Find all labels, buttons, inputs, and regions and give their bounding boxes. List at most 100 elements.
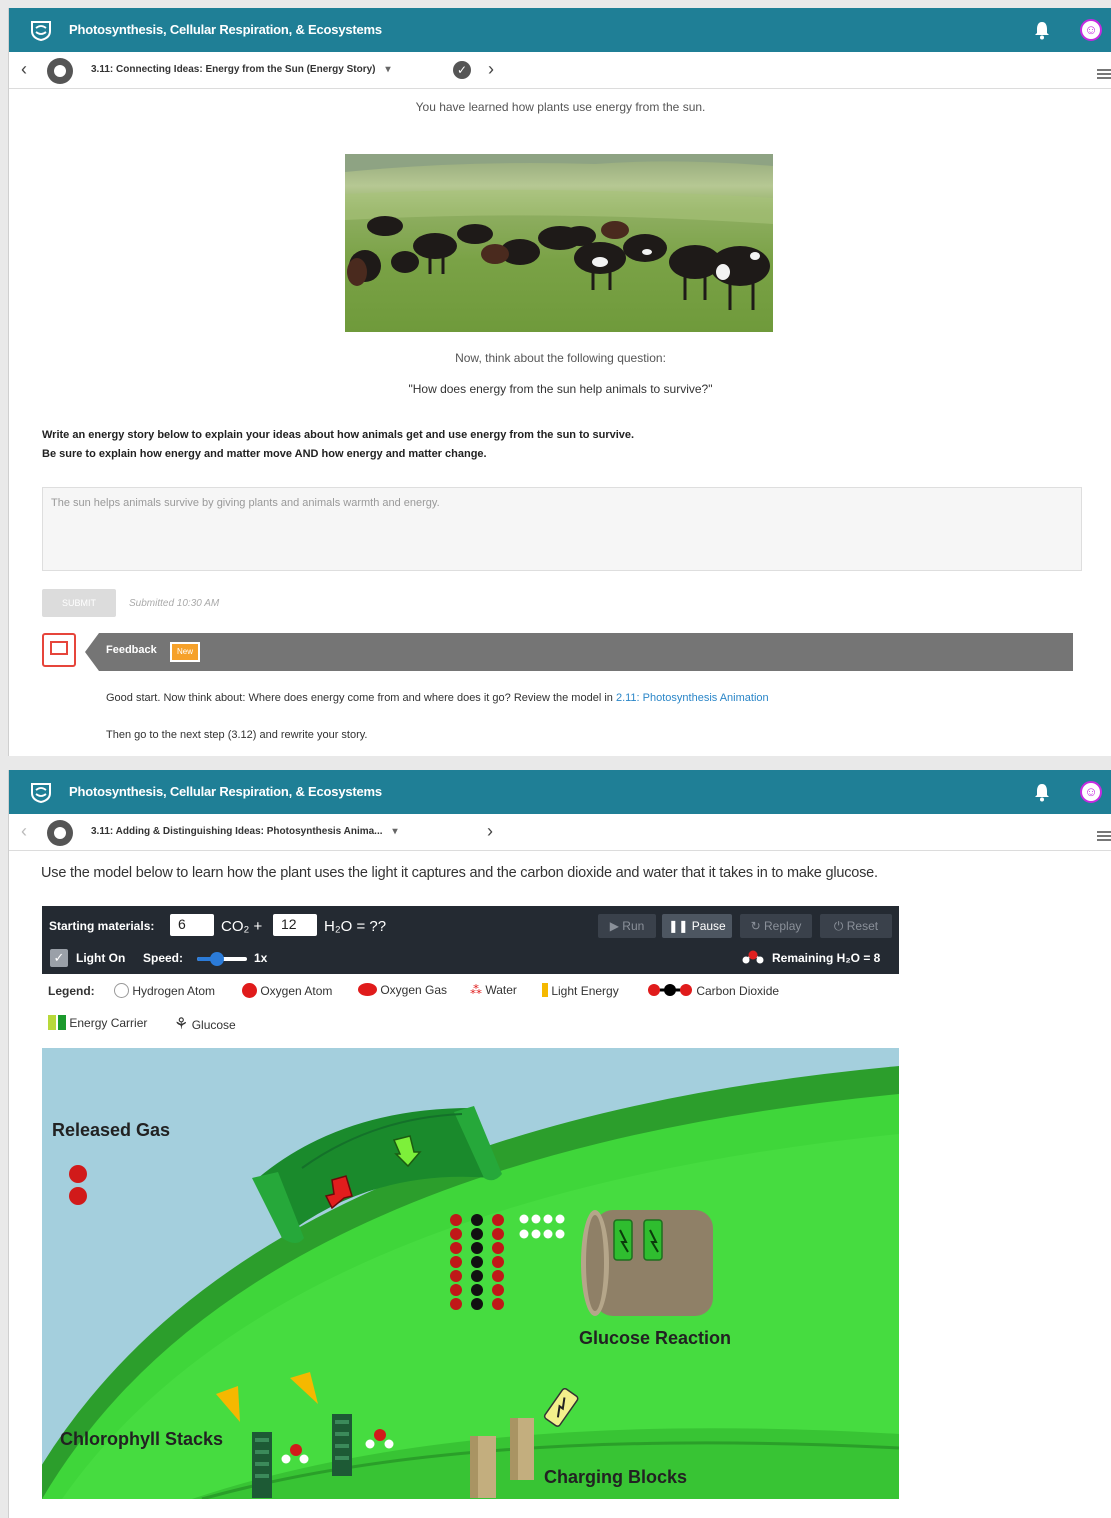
legend-energy-carrier: Energy Carrier	[48, 1015, 147, 1030]
h2o-input[interactable]: 12	[273, 914, 317, 936]
chevron-down-icon: ▾	[392, 826, 398, 837]
reset-button[interactable]: ⏻ Reset	[820, 914, 892, 938]
legend-oxygen-gas: Oxygen Gas	[358, 983, 447, 997]
chevron-down-icon: ▾	[385, 64, 391, 75]
co2-input[interactable]: 6	[170, 914, 214, 936]
h2o-label: H₂O = ??	[324, 918, 387, 935]
feedback-next-step: Then go to the next step (3.12) and rewr…	[106, 729, 368, 741]
course-header: Photosynthesis, Cellular Respiration, & …	[9, 8, 1111, 52]
step-progress-icon	[47, 820, 73, 846]
released-gas-label: Released Gas	[52, 1120, 171, 1140]
sim-toolbar: Starting materials: 6 CO₂ + 12 H₂O = ?? …	[42, 906, 899, 974]
legend-glucose-label: Glucose	[191, 1018, 236, 1032]
legend-hydrogen: Hydrogen Atom	[114, 983, 215, 998]
run-button[interactable]: ▶ Run	[598, 914, 656, 938]
check-circle-icon[interactable]: ✓	[453, 61, 471, 79]
avatar-icon[interactable]: ☺	[1080, 781, 1102, 803]
feedback-icon	[42, 633, 76, 667]
legend-label: Legend:	[48, 984, 95, 998]
feedback-link[interactable]: 2.11: Photosynthesis Animation	[616, 692, 769, 704]
water-molecule-icon	[742, 950, 764, 964]
driving-question: "How does energy from the sun help anima…	[408, 382, 713, 396]
legend-co2: Carbon Dioxide	[647, 983, 779, 998]
charging-blocks-label: Charging Blocks	[544, 1467, 688, 1487]
step-navbar: ‹ 3.11: Adding & Distinguishing Ideas: P…	[9, 814, 1111, 851]
feedback-bar	[85, 633, 1073, 671]
chevron-left-icon[interactable]: ‹	[21, 821, 27, 842]
prompt-line-1: Write an energy story below to explain y…	[42, 429, 635, 441]
step-selector[interactable]: 3.11: Adding & Distinguishing Ideas: Pho…	[91, 826, 398, 837]
legend-co2-label: Carbon Dioxide	[696, 984, 780, 998]
pause-icon: ❚❚	[668, 919, 689, 933]
pause-label: Pause	[691, 919, 726, 933]
replay-label: Replay	[764, 919, 802, 933]
energy-carrier-icon-2	[58, 1015, 66, 1030]
feedback-label: Feedback	[106, 644, 157, 656]
legend-hydrogen-label: Hydrogen Atom	[132, 984, 216, 998]
co2-label: CO₂ +	[221, 918, 263, 935]
new-badge: New	[170, 642, 200, 662]
legend-energy-carrier-label: Energy Carrier	[69, 1016, 148, 1030]
feedback-message: Good start. Now think about: Where does …	[106, 692, 613, 704]
oxygen-gas-icon	[358, 983, 377, 996]
oxygen-atom-icon	[242, 983, 257, 998]
legend-oxygen-atom: Oxygen Atom	[242, 983, 332, 998]
menu-icon[interactable]	[1097, 831, 1111, 841]
chevron-right-icon[interactable]: ›	[488, 59, 494, 80]
glucose-reaction-label: Glucose Reaction	[579, 1328, 732, 1348]
menu-icon[interactable]	[1097, 69, 1111, 79]
chloroplast-model: Released Gas Glucose Reaction Chlorophyl…	[42, 1048, 899, 1499]
avatar-icon[interactable]: ☺	[1080, 19, 1102, 41]
feedback-text: Good start. Now think about: Where does …	[106, 692, 769, 704]
legend-water: ⁂ Water	[470, 983, 517, 997]
intro-text: You have learned how plants use energy f…	[415, 100, 706, 114]
course-title: Photosynthesis, Cellular Respiration, & …	[69, 784, 382, 799]
cattle-photo	[345, 154, 773, 332]
pause-button[interactable]: ❚❚ Pause	[662, 914, 732, 938]
submitted-timestamp: Submitted 10:30 AM	[129, 598, 220, 609]
step-navbar: ‹ 3.11: Connecting Ideas: Energy from th…	[9, 52, 1111, 89]
water-icon: ⁂	[470, 983, 482, 997]
step-selector[interactable]: 3.11: Connecting Ideas: Energy from the …	[91, 64, 391, 75]
reset-icon: ⏻	[833, 919, 844, 933]
light-on-checkbox[interactable]: ✓	[50, 949, 68, 967]
glucose-icon: ⚘	[174, 1016, 189, 1033]
run-label: Run	[622, 919, 645, 933]
energy-story-panel: Photosynthesis, Cellular Respiration, & …	[8, 8, 1111, 756]
remaining-water: Remaining H₂O = 8	[772, 951, 881, 965]
model-instructions: Use the model below to learn how the pla…	[41, 865, 878, 881]
course-header: Photosynthesis, Cellular Respiration, & …	[9, 770, 1111, 814]
logo-icon[interactable]	[29, 781, 53, 803]
energy-carrier-icon	[48, 1015, 56, 1030]
energy-story-textarea[interactable]: The sun helps animals survive by giving …	[42, 487, 1082, 571]
bell-icon[interactable]	[1033, 20, 1051, 40]
photosynthesis-model-panel: Photosynthesis, Cellular Respiration, & …	[8, 770, 1111, 1518]
photosynthesis-simulation: Starting materials: 6 CO₂ + 12 H₂O = ?? …	[42, 906, 899, 1499]
think-text: Now, think about the following question:	[455, 351, 666, 365]
chlorophyll-stacks-label: Chlorophyll Stacks	[60, 1429, 224, 1449]
speed-value: 1x	[254, 951, 268, 965]
light-energy-icon	[542, 983, 548, 997]
carbon-dioxide-icon	[648, 984, 692, 996]
hydrogen-atom-icon	[114, 983, 129, 998]
chevron-right-icon[interactable]: ›	[487, 821, 493, 842]
legend-light: Light Energy	[542, 983, 619, 998]
replay-icon: ↻	[750, 919, 761, 933]
speed-label: Speed:	[143, 951, 184, 965]
reset-label: Reset	[846, 919, 879, 933]
submit-button[interactable]: SUBMIT	[42, 589, 116, 617]
starting-materials-label: Starting materials:	[49, 919, 155, 933]
light-on-label: Light On	[76, 951, 126, 965]
legend-oxygen-atom-label: Oxygen Atom	[260, 984, 333, 998]
chevron-left-icon[interactable]: ‹	[21, 59, 27, 80]
bell-icon[interactable]	[1033, 782, 1051, 802]
legend-oxygen-gas-label: Oxygen Gas	[380, 983, 448, 997]
answer-text: The sun helps animals survive by giving …	[51, 497, 440, 509]
step-progress-icon	[47, 58, 73, 84]
course-title: Photosynthesis, Cellular Respiration, & …	[69, 22, 382, 37]
replay-button[interactable]: ↻ Replay	[740, 914, 812, 938]
legend-water-label: Water	[485, 983, 517, 997]
legend-light-label: Light Energy	[551, 984, 619, 998]
logo-icon[interactable]	[29, 19, 53, 41]
speed-slider-handle[interactable]	[210, 952, 224, 966]
